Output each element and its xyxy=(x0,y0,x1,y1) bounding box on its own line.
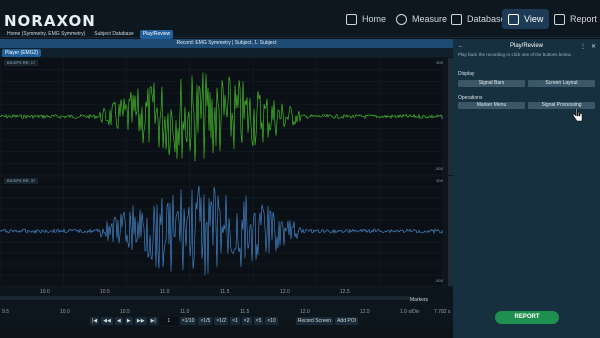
screen-layout-button[interactable]: Screen Layout xyxy=(528,80,595,87)
channel-label-2: BICEPS RR, 37 xyxy=(4,178,39,184)
close-icon[interactable]: ✕ xyxy=(591,43,596,50)
signal-bars-button[interactable]: Signal Bars xyxy=(458,80,525,87)
operations-heading: Operations xyxy=(458,95,483,101)
panel-title: Play/Review xyxy=(509,43,543,49)
skip-start-button[interactable]: |◀ xyxy=(90,317,100,325)
signal-processing-button[interactable]: Signal Processing xyxy=(528,102,595,109)
nav-view[interactable]: View xyxy=(502,9,550,29)
markers-label[interactable]: Markers xyxy=(410,297,428,303)
elapsed-time: 7.782 s xyxy=(434,309,451,315)
nav-report[interactable]: Report xyxy=(548,9,600,29)
x-tick: 10.5 xyxy=(100,289,110,295)
x-tick: 11.5 xyxy=(220,289,230,295)
x-tick-lower: 12.5 xyxy=(360,309,370,315)
add-poi-button[interactable]: Add POI xyxy=(335,317,358,325)
cursor-hand-icon xyxy=(573,108,583,122)
marker-menu-button[interactable]: Marker Menu xyxy=(458,102,525,109)
ymin-2: -500 xyxy=(434,278,443,283)
playback-controls: |◀ ◀◀ ◀ ▶ ▶▶ ▶| 1 ×1/10 ×1/5 ×1/2 ×1 ×2 … xyxy=(90,317,358,325)
speed-5[interactable]: ×5 xyxy=(253,317,264,325)
side-panel: ← Play/Review ⋮ ✕ Play back the recordin… xyxy=(453,39,600,338)
player-tab-bar: Player (EMG2) xyxy=(0,48,453,57)
speed-2[interactable]: ×2 xyxy=(241,317,252,325)
speed-10[interactable]: ×10 xyxy=(265,317,278,325)
record-screen-button[interactable]: Record Screen xyxy=(295,317,334,325)
more-icon[interactable]: ⋮ xyxy=(580,43,586,50)
breadcrumb: Home (Symmetry, EMG Symmetry) Subject Da… xyxy=(0,29,176,39)
player-area: Record: EMG Symmetry | Subject, 1. Subje… xyxy=(0,39,453,327)
emg-signal-blue xyxy=(0,175,444,287)
rewind-button[interactable]: ◀◀ xyxy=(101,317,113,325)
report-button[interactable]: REPORT xyxy=(495,311,559,324)
frame-input[interactable]: 1 xyxy=(159,317,178,325)
x-tick-lower: 9.5 xyxy=(2,309,9,315)
display-heading: Display xyxy=(458,71,475,77)
x-tick: 12.0 xyxy=(280,289,290,295)
player-tab[interactable]: Player (EMG2) xyxy=(2,49,42,57)
measure-icon xyxy=(396,13,407,25)
noraxon-logo: NORAXON xyxy=(4,12,96,30)
x-tick: 10.0 xyxy=(40,289,50,295)
skip-end-button[interactable]: ▶| xyxy=(148,317,158,325)
panel-subtitle: Play back the recording or click one of … xyxy=(458,52,572,57)
x-tick-lower: 10.5 xyxy=(120,309,130,315)
view-icon xyxy=(508,13,519,25)
crumb-play-review[interactable]: Play/Review xyxy=(139,29,174,39)
ymid-2: 0 xyxy=(440,229,443,234)
step-back-button[interactable]: ◀ xyxy=(114,317,123,325)
record-title: Record: EMG Symmetry | Subject, 1. Subje… xyxy=(0,39,453,48)
nav-home[interactable]: Home xyxy=(340,9,392,29)
report-icon xyxy=(554,13,565,25)
x-tick-lower: 11.5 xyxy=(240,309,250,315)
top-bar: NORAXON Home Measure Database View Repor… xyxy=(0,0,600,39)
database-icon xyxy=(451,13,462,25)
emg-signal-green xyxy=(0,57,444,176)
home-icon xyxy=(346,13,357,25)
ymin-1: -500 xyxy=(434,166,443,171)
fast-forward-button[interactable]: ▶▶ xyxy=(134,317,147,325)
x-tick-lower: 10.0 xyxy=(60,309,70,315)
x-tick-lower: 11.0 xyxy=(180,309,190,315)
x-axis-lower: 9.5 10.0 10.5 11.0 11.5 12.0 12.5 1.0 s/… xyxy=(0,309,453,316)
speed-1-2[interactable]: ×1/2 xyxy=(214,317,229,325)
channel-label-1: BICEPS RR, 17 xyxy=(4,60,39,66)
ymax-2: 500 xyxy=(436,178,443,183)
time-scale: 1.0 s/Div xyxy=(400,309,420,315)
x-tick-lower: 12.0 xyxy=(300,309,310,315)
speed-1-5[interactable]: ×1/5 xyxy=(198,317,213,325)
x-tick: 12.5 xyxy=(340,289,350,295)
ymid-1: 0 xyxy=(440,115,443,120)
emg-chart-1[interactable]: BICEPS RR, 17 500 0 -500 xyxy=(0,57,444,176)
x-tick: 11.0 xyxy=(160,289,170,295)
ymax-1: 500 xyxy=(436,60,443,65)
crumb-subject-database[interactable]: Subject Database xyxy=(91,30,136,39)
emg-chart-2[interactable]: BICEPS RR, 37 500 0 -500 xyxy=(0,175,444,287)
play-button[interactable]: ▶ xyxy=(124,317,133,325)
crumb-home[interactable]: Home (Symmetry, EMG Symmetry) xyxy=(4,30,88,39)
speed-1[interactable]: ×1 xyxy=(230,317,240,325)
timeline-bar[interactable] xyxy=(0,296,410,300)
nav-measure[interactable]: Measure xyxy=(390,9,453,29)
speed-1-10[interactable]: ×1/10 xyxy=(179,317,197,325)
